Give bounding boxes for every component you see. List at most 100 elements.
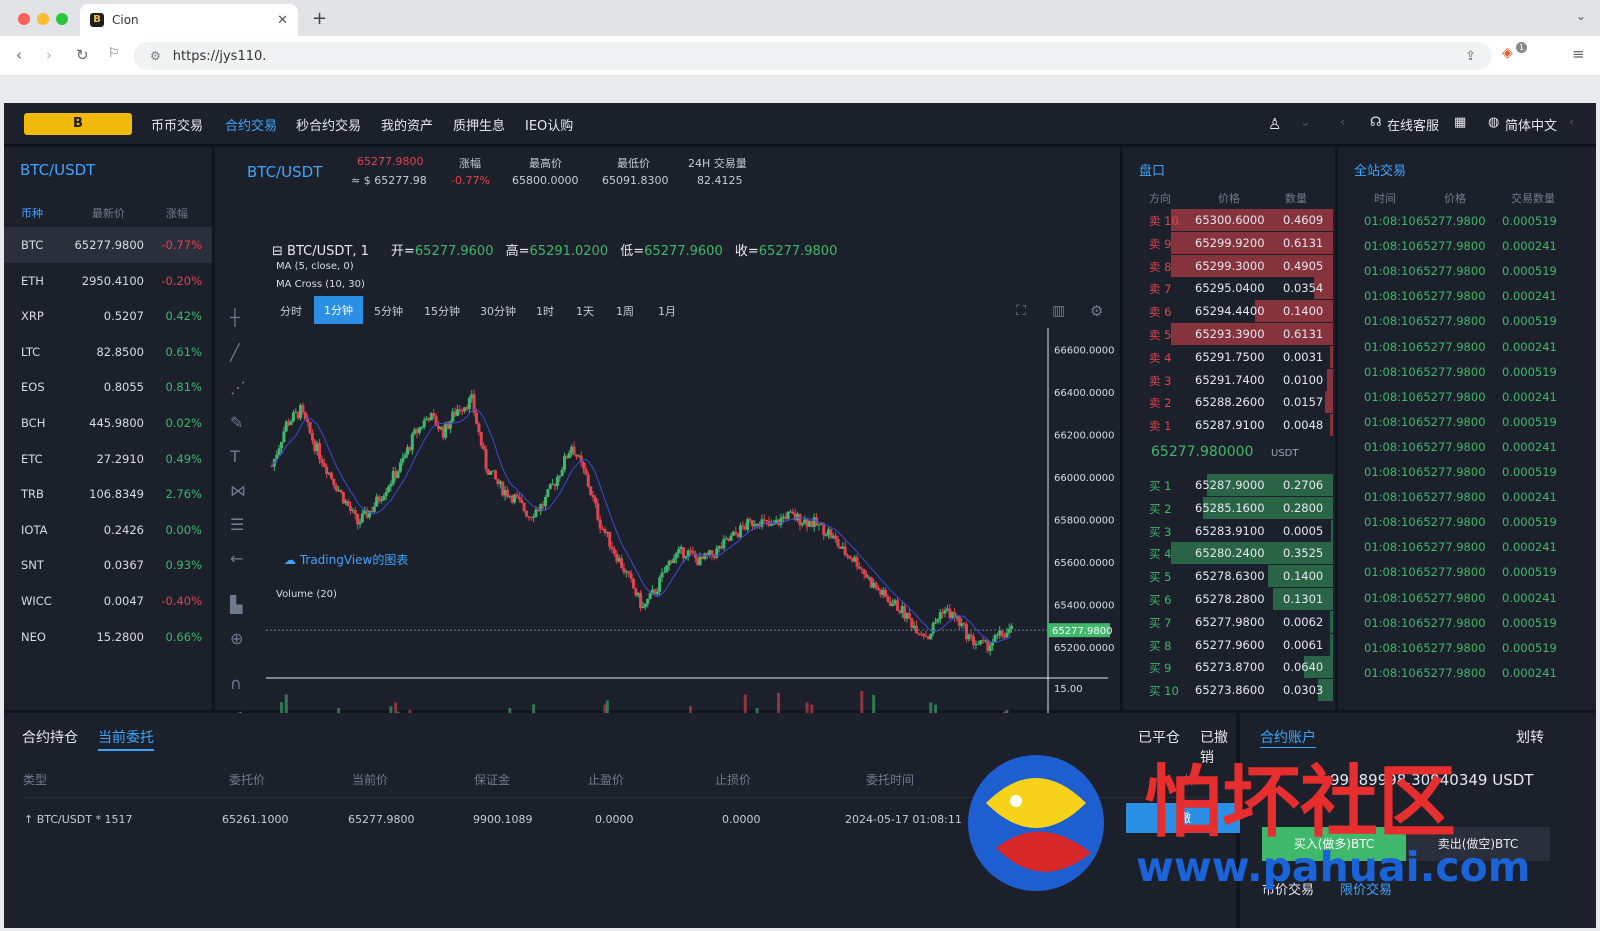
market-row[interactable]: EOS 0.8055 0.81% — [4, 369, 212, 405]
ask-row[interactable]: 卖 6 65294.4400 0.1400 — [1123, 300, 1333, 323]
ask-row[interactable]: 卖 1 65287.9100 0.0048 — [1123, 414, 1333, 437]
market-row[interactable]: XRP 0.5207 0.42% — [4, 298, 212, 334]
forward-icon[interactable]: › — [46, 46, 52, 64]
brave-shield-icon[interactable]: ◈ — [1502, 45, 1513, 61]
customer-service-link[interactable]: 在线客服 — [1387, 115, 1439, 134]
collapse-chevron-icon[interactable]: ‹ — [1340, 115, 1345, 130]
fib-tool-icon[interactable]: ⋰ — [230, 378, 246, 397]
interval-4[interactable]: 30分钟 — [480, 303, 516, 319]
trend-line-icon[interactable]: ╱ — [230, 343, 240, 362]
measure-icon[interactable]: ☰ — [230, 515, 244, 534]
nav-spot-trading[interactable]: 币币交易 — [151, 115, 203, 134]
trade-qty: 0.000241 — [1502, 389, 1557, 404]
ask-row[interactable]: 卖 2 65288.2600 0.0157 — [1123, 391, 1333, 414]
market-row[interactable]: NEO 15.2800 0.66% — [4, 619, 212, 655]
nav-my-assets[interactable]: 我的资产 — [381, 115, 433, 134]
candle-body — [874, 582, 878, 589]
minimize-window-button[interactable] — [37, 13, 49, 25]
user-icon[interactable]: ♙ — [1268, 115, 1281, 133]
browser-tab[interactable]: B Cion ✕ — [80, 4, 298, 36]
language-selector[interactable]: 简体中文 — [1505, 115, 1557, 134]
logo[interactable]: B — [24, 113, 132, 135]
market-row[interactable]: BTC 65277.9800 -0.77% — [4, 227, 212, 263]
close-window-button[interactable] — [18, 13, 30, 25]
language-chevron-icon[interactable]: ‹ — [1569, 115, 1574, 130]
bid-row[interactable]: 买 1 65287.9000 0.2706 — [1123, 474, 1333, 496]
nav-contract-trading[interactable]: 合约交易 — [225, 115, 277, 134]
bid-row[interactable]: 买 7 65277.9800 0.0062 — [1123, 610, 1333, 633]
bid-row[interactable]: 买 5 65278.6300 0.1400 — [1123, 565, 1333, 588]
legend-collapse-icon[interactable]: ⊟ — [272, 244, 283, 259]
globe-icon[interactable]: ◍ — [1488, 115, 1499, 130]
nav-ieo[interactable]: IEO认购 — [525, 115, 573, 134]
ask-row[interactable]: 卖 3 65291.7400 0.0100 — [1123, 368, 1333, 391]
tab-positions[interactable]: 合约持仓 — [22, 727, 78, 747]
new-tab-button[interactable]: + — [312, 8, 327, 29]
market-row[interactable]: LTC 82.8500 0.61% — [4, 334, 212, 370]
pattern-icon[interactable]: ⋈ — [230, 481, 246, 500]
interval-0[interactable]: 分时 — [280, 303, 302, 319]
text-tool-icon[interactable]: T — [230, 447, 240, 466]
bid-row[interactable]: 买 4 65280.2400 0.3525 — [1123, 542, 1333, 565]
transfer-button[interactable]: 划转 — [1516, 727, 1544, 747]
interval-1[interactable]: 1分钟 — [314, 296, 363, 324]
reload-icon[interactable]: ↻ — [76, 46, 89, 64]
market-row[interactable]: TRB 106.8349 2.76% — [4, 476, 212, 512]
arrow-back-icon[interactable]: ← — [230, 549, 243, 568]
app-download-icon[interactable]: ▦ — [1454, 115, 1466, 130]
brush-icon[interactable]: ✎ — [230, 413, 243, 432]
bid-row[interactable]: 买 9 65273.8700 0.0640 — [1123, 656, 1333, 679]
magnet-icon[interactable]: ∩ — [230, 674, 242, 693]
bookmark-icon[interactable]: ⚐ — [108, 46, 120, 61]
market-row[interactable]: IOTA 0.2426 0.00% — [4, 512, 212, 548]
ask-row[interactable]: 卖 4 65291.7500 0.0031 — [1123, 345, 1333, 368]
fullscreen-icon[interactable]: ⛶ — [1016, 303, 1026, 319]
bid-row[interactable]: 买 3 65283.9100 0.0005 — [1123, 519, 1333, 542]
headset-icon[interactable]: ☊ — [1370, 115, 1382, 130]
col-change[interactable]: 涨幅 — [166, 205, 188, 221]
bid-row[interactable]: 买 6 65278.2800 0.1301 — [1123, 588, 1333, 610]
market-row[interactable]: WICC 0.0047 -0.40% — [4, 583, 212, 619]
bid-row[interactable]: 买 2 65285.1600 0.2800 — [1123, 496, 1333, 519]
menu-icon[interactable]: ≡ — [1572, 45, 1585, 63]
ask-row[interactable]: 卖 5 65293.3900 0.6131 — [1123, 323, 1333, 345]
ask-row[interactable]: 卖 8 65299.3000 0.4905 — [1123, 254, 1333, 277]
ask-price: 65287.9100 — [1195, 418, 1265, 433]
col-symbol[interactable]: 币种 — [21, 205, 43, 221]
indicators-icon[interactable]: ▥ — [1052, 303, 1065, 319]
nav-second-contract[interactable]: 秒合约交易 — [296, 115, 361, 134]
bid-qty: 0.0303 — [1283, 683, 1324, 698]
tab-list-chevron-icon[interactable]: ⌄ — [1576, 9, 1586, 23]
tab-open-orders[interactable]: 当前委托 — [98, 727, 154, 751]
bid-row[interactable]: 买 10 65273.8600 0.0303 — [1123, 679, 1333, 702]
interval-3[interactable]: 15分钟 — [424, 303, 460, 319]
interval-5[interactable]: 1时 — [536, 303, 554, 319]
user-dropdown-chevron-icon[interactable]: ⌄ — [1300, 115, 1311, 130]
ruler-icon[interactable]: ▙ — [230, 595, 242, 614]
ask-row[interactable]: 卖 9 65299.9200 0.6131 — [1123, 231, 1333, 254]
nav-staking[interactable]: 质押生息 — [453, 115, 505, 134]
site-settings-icon[interactable]: ⚙ — [150, 49, 161, 63]
market-row[interactable]: BCH 445.9800 0.02% — [4, 405, 212, 441]
market-row[interactable]: ETC 27.2910 0.49% — [4, 441, 212, 477]
bid-row[interactable]: 买 8 65277.9600 0.0061 — [1123, 633, 1333, 656]
interval-7[interactable]: 1周 — [616, 303, 634, 319]
market-row[interactable]: SNT 0.0367 0.93% — [4, 547, 212, 583]
chart-settings-icon[interactable]: ⚙ — [1090, 302, 1103, 320]
candle-body — [558, 475, 562, 478]
zoom-window-button[interactable] — [56, 13, 68, 25]
crosshair-icon[interactable]: ┼ — [230, 308, 240, 327]
share-icon[interactable]: ⇪ — [1465, 49, 1476, 64]
address-bar[interactable]: ⚙ https://jys110. ⇪ — [134, 42, 1492, 70]
ask-row[interactable]: 卖 10 65300.6000 0.4609 — [1123, 209, 1333, 231]
close-tab-icon[interactable]: ✕ — [277, 13, 288, 28]
col-last-price[interactable]: 最新价 — [92, 205, 125, 221]
interval-6[interactable]: 1天 — [576, 303, 594, 319]
interval-8[interactable]: 1月 — [658, 303, 676, 319]
zoom-in-icon[interactable]: ⊕ — [230, 629, 243, 648]
market-row[interactable]: ETH 2950.4100 -0.20% — [4, 263, 212, 299]
back-icon[interactable]: ‹ — [16, 46, 22, 64]
interval-2[interactable]: 5分钟 — [374, 303, 403, 319]
th-stop-loss: 止损价 — [715, 773, 752, 787]
ask-row[interactable]: 卖 7 65295.0400 0.0354 — [1123, 277, 1333, 300]
